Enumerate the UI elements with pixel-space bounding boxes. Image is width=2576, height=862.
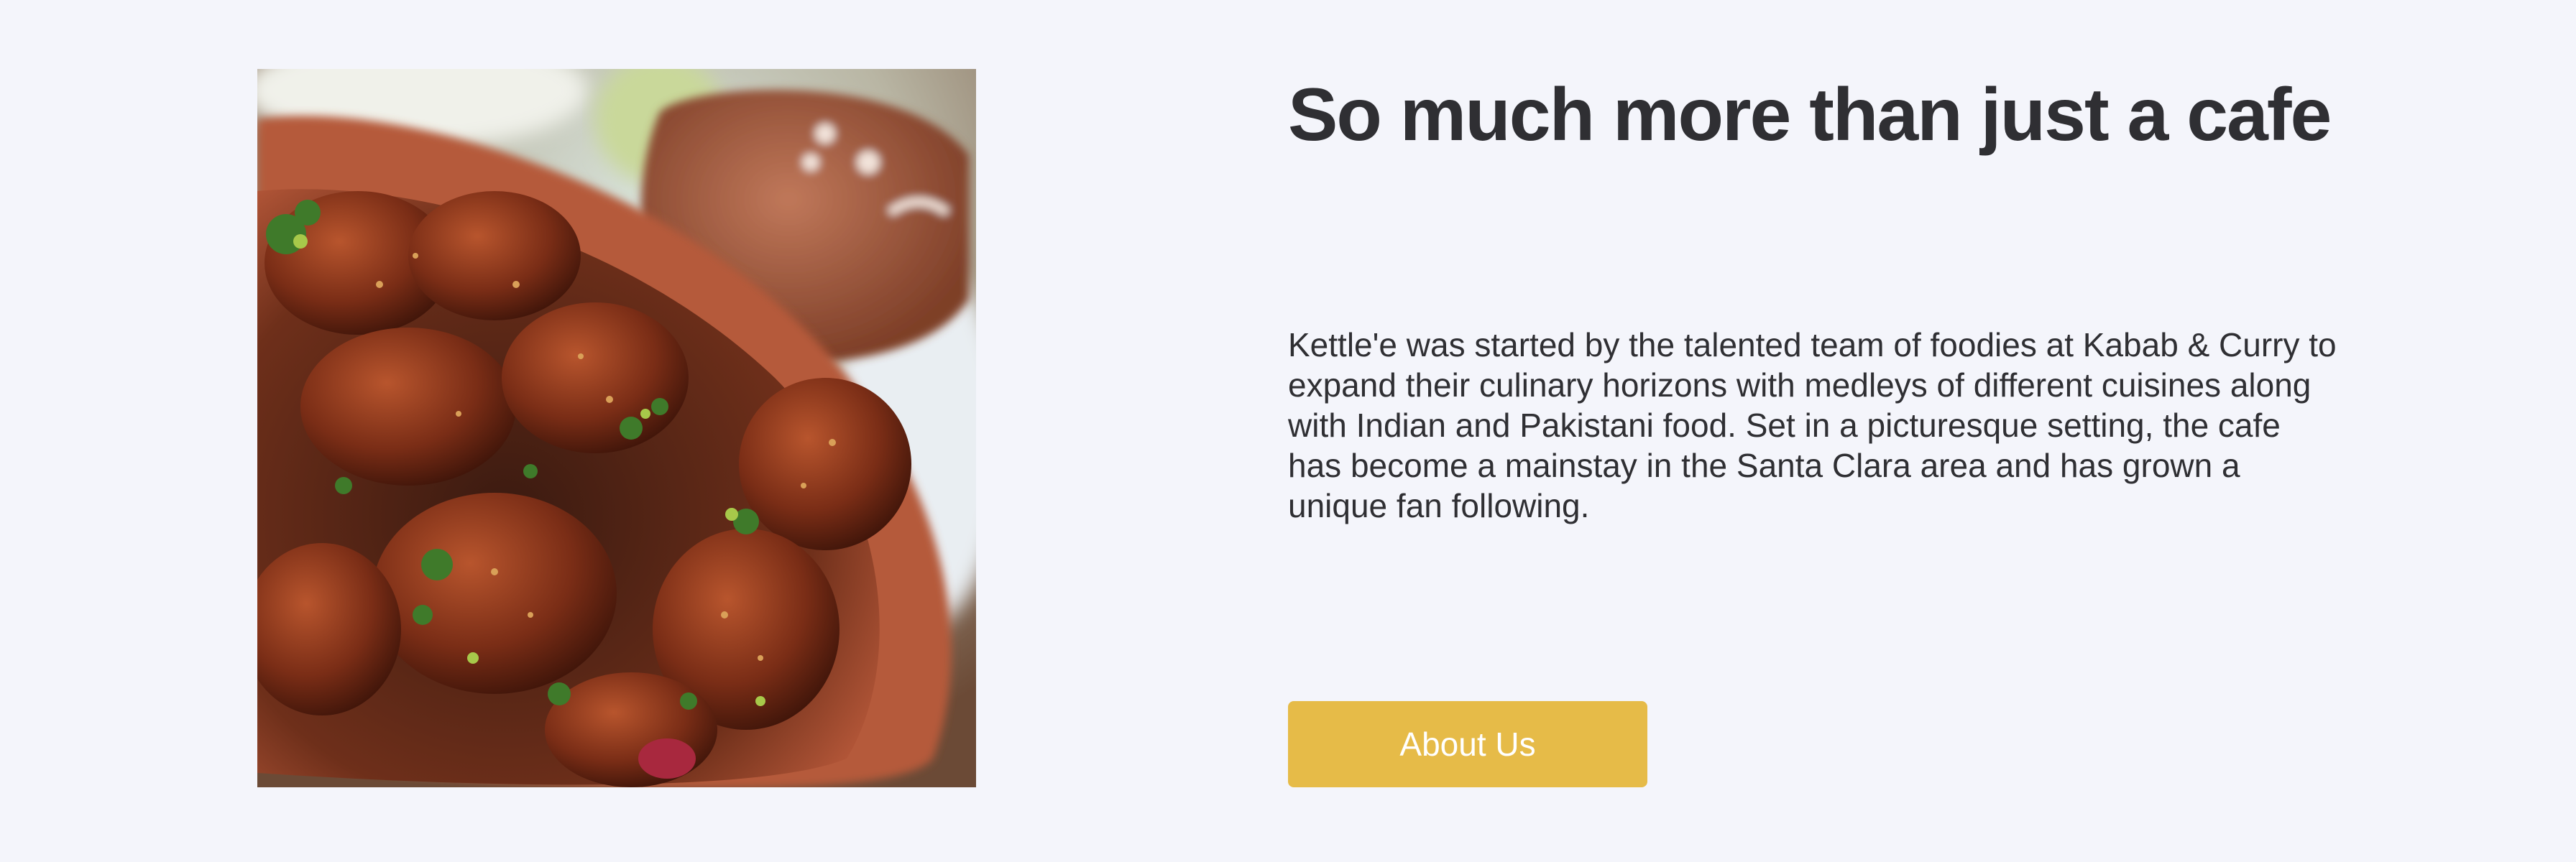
section-description: Kettle'e was started by the talented tea… (1288, 326, 2337, 524)
about-section: So much more than just a cafe Kettle'e w… (0, 0, 2576, 862)
about-us-button[interactable]: About Us (1288, 701, 1647, 787)
section-headline: So much more than just a cafe (1288, 73, 2332, 157)
food-photo (257, 69, 976, 787)
food-photo-illustration (257, 69, 976, 787)
